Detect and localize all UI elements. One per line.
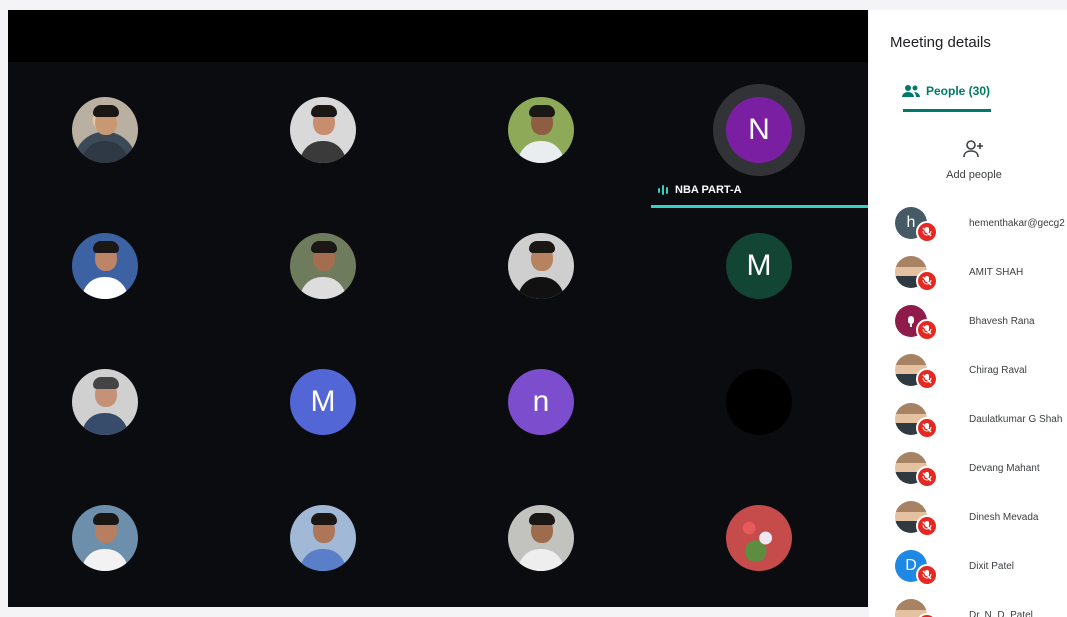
microphone-muted-icon xyxy=(916,270,938,292)
microphone-muted-icon xyxy=(916,368,938,390)
person-name: Devang Mahant xyxy=(969,463,1040,474)
participant-tile[interactable]: M xyxy=(699,206,819,326)
participant-avatar-blank xyxy=(726,369,792,435)
person-name: Dixit Patel xyxy=(969,561,1015,572)
people-list-item[interactable]: D Dixit Patel xyxy=(895,550,1067,590)
participant-avatar: n xyxy=(508,369,574,435)
person-name: Dinesh Mevada xyxy=(969,512,1039,523)
participant-tile[interactable] xyxy=(263,478,383,598)
microphone-muted-icon xyxy=(916,417,938,439)
participant-avatar xyxy=(290,97,356,163)
people-list-item[interactable]: Bhavesh Rana xyxy=(895,305,1067,345)
participant-avatar xyxy=(72,97,138,163)
top-bar xyxy=(8,10,868,62)
person-name: Chirag Raval xyxy=(969,365,1027,376)
participant-tile[interactable] xyxy=(45,342,165,462)
participant-avatar xyxy=(508,505,574,571)
participant-tile[interactable] xyxy=(263,206,383,326)
add-people-button[interactable]: Add people xyxy=(924,140,1024,181)
participant-avatar: N xyxy=(726,97,792,163)
participant-tile[interactable]: M xyxy=(263,342,383,462)
person-name: Dr. N. D. Patel xyxy=(969,610,1033,617)
panel-title: Meeting details xyxy=(890,34,991,51)
participant-tile[interactable] xyxy=(263,70,383,190)
people-list-item[interactable]: Chirag Raval xyxy=(895,354,1067,394)
active-speaker-name: NBA PART-A xyxy=(675,184,742,196)
participant-tile-speaking[interactable]: N xyxy=(699,70,819,190)
meeting-details-panel: Meeting details People (30) Add people h… xyxy=(869,10,1067,617)
participant-tile[interactable]: n xyxy=(481,342,601,462)
participant-avatar xyxy=(72,233,138,299)
participant-avatar xyxy=(508,233,574,299)
tab-people[interactable]: People (30) xyxy=(902,84,990,98)
microphone-muted-icon xyxy=(916,564,938,586)
participant-avatar xyxy=(72,505,138,571)
person-name: AMIT SHAH xyxy=(969,267,1024,278)
active-speaker-label: NBA PART-A xyxy=(658,184,742,196)
people-icon xyxy=(902,85,920,97)
microphone-muted-icon xyxy=(916,515,938,537)
participant-tile[interactable] xyxy=(45,478,165,598)
people-list-item[interactable]: Dr. N. D. Patel xyxy=(895,599,1067,617)
people-list-item[interactable]: Devang Mahant xyxy=(895,452,1067,492)
people-list-item[interactable]: AMIT SHAH xyxy=(895,256,1067,296)
participant-tile[interactable] xyxy=(481,206,601,326)
people-list-item[interactable]: Daulatkumar G Shah xyxy=(895,403,1067,443)
people-list-item[interactable]: h hementhakar@gecg2 xyxy=(895,207,1067,247)
participant-tile[interactable] xyxy=(45,70,165,190)
participant-tile[interactable] xyxy=(481,478,601,598)
add-person-icon xyxy=(963,140,983,158)
people-tab-label: People (30) xyxy=(926,84,991,98)
participant-avatar xyxy=(290,233,356,299)
people-list-item[interactable]: Dinesh Mevada xyxy=(895,501,1067,541)
participant-tile[interactable] xyxy=(45,206,165,326)
participant-grid: N M M n xyxy=(8,62,868,607)
tab-people-indicator xyxy=(903,109,991,112)
microphone-muted-icon xyxy=(916,221,938,243)
participant-tile[interactable] xyxy=(699,478,819,598)
person-name: Bhavesh Rana xyxy=(969,316,1035,327)
participant-tile[interactable] xyxy=(699,342,819,462)
participant-tile[interactable] xyxy=(481,70,601,190)
person-name: Daulatkumar G Shah xyxy=(969,414,1063,425)
participant-avatar xyxy=(508,97,574,163)
participant-avatar: M xyxy=(726,233,792,299)
add-people-label: Add people xyxy=(946,169,1002,181)
active-speaker-underline xyxy=(651,205,868,208)
participant-avatar xyxy=(72,369,138,435)
participant-avatar: M xyxy=(290,369,356,435)
video-stage: N M M n NBA PART-A xyxy=(8,10,868,607)
audio-wave-icon xyxy=(658,185,668,195)
person-name: hementhakar@gecg2 xyxy=(969,218,1065,229)
microphone-muted-icon xyxy=(916,466,938,488)
participant-avatar xyxy=(290,505,356,571)
participant-avatar xyxy=(726,505,792,571)
microphone-muted-icon xyxy=(916,319,938,341)
